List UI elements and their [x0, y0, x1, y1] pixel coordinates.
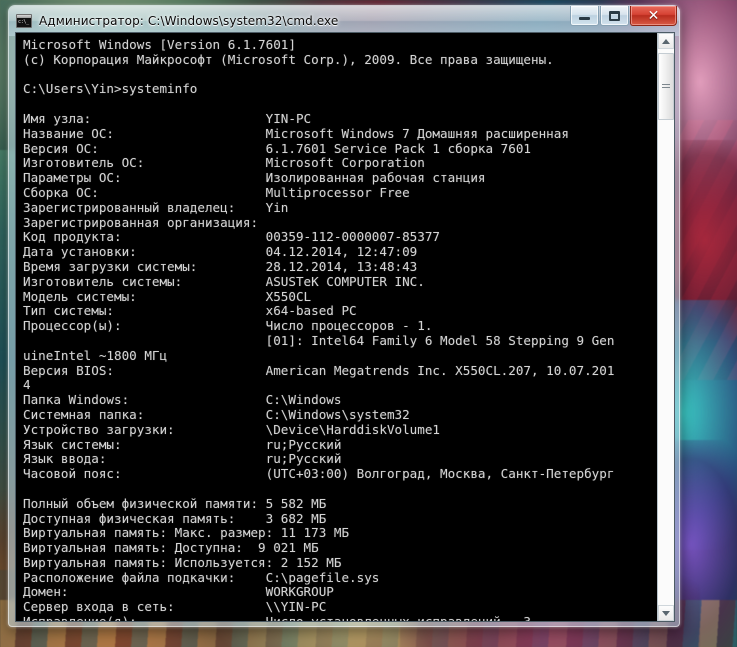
console-line: C:\Users\Yin>systeminfo — [23, 81, 198, 97]
close-icon: ✕ — [647, 7, 660, 24]
console-line: Изготовитель системы: ASUSTeK COMPUTER I… — [23, 273, 425, 289]
vertical-scrollbar[interactable] — [657, 33, 674, 621]
console-line: Сервер входа в сеть: \\YIN-PC — [23, 599, 327, 615]
console-line: Сборка ОС: Multiprocessor Free — [23, 184, 410, 200]
console-line: Домен: WORKGROUP — [23, 584, 334, 600]
scroll-down-icon — [662, 610, 670, 616]
scroll-down-button[interactable] — [658, 605, 674, 621]
console-line: Часовой пояс: (UTC+03:00) Волгоград, Мос… — [23, 466, 615, 482]
console-line: Версия ОС: 6.1.7601 Service Pack 1 сборк… — [23, 140, 531, 156]
console-line: Язык ввода: ru;Русский — [23, 451, 342, 467]
console-line: Исправление(я): Число установленных испр… — [23, 614, 657, 621]
scrollbar-grip-icon — [662, 83, 670, 90]
scroll-up-button[interactable] — [658, 33, 674, 49]
console-line: Дата установки: 04.12.2014, 12:47:09 — [23, 244, 418, 260]
scrollbar-thumb[interactable] — [658, 53, 674, 120]
console-line: Полный объем физической памяти: 5 582 МБ — [23, 495, 327, 511]
close-button[interactable]: ✕ — [630, 6, 677, 26]
scrollbar-track[interactable] — [658, 49, 674, 605]
console-line: Название ОС: Microsoft Windows 7 Домашня… — [23, 125, 569, 141]
scroll-up-icon — [662, 38, 670, 44]
maximize-icon — [609, 10, 620, 21]
console-line: Microsoft Windows [Version 6.1.7601] — [23, 37, 296, 52]
console-line: (c) Корпорация Майкрософт (Microsoft Cor… — [23, 51, 554, 67]
console-icon — [16, 14, 32, 28]
window-controls[interactable]: ✕ — [570, 6, 677, 28]
window-title: Администратор: C:\Windows\system32\cmd.e… — [39, 14, 339, 28]
console-line: Язык системы: ru;Русский — [23, 436, 342, 452]
console-line: Папка Windows: C:\Windows — [23, 392, 342, 408]
console-line: Версия BIOS: American Megatrends Inc. X5… — [23, 362, 615, 378]
console-line: 4 — [23, 377, 31, 393]
console-line: Тип системы: x64-based PC — [23, 303, 357, 319]
console-line: Параметры ОС: Изолированная рабочая стан… — [23, 170, 486, 186]
maximize-button[interactable] — [600, 6, 629, 26]
console-line: Системная папка: C:\Windows\system32 — [23, 406, 410, 422]
console-line: Доступная физическая память: 3 682 МБ — [23, 510, 327, 526]
console-client-area[interactable]: Microsoft Windows [Version 6.1.7601] (c) … — [15, 32, 675, 622]
console-line: Время загрузки системы: 28.12.2014, 13:4… — [23, 258, 418, 274]
minimize-icon — [579, 17, 590, 20]
console-line: Зарегистрированная организация: — [23, 214, 259, 230]
console-line: Расположение файла подкачки: C:\pagefile… — [23, 569, 380, 585]
console-line: Изготовитель ОС: Microsoft Corporation — [23, 155, 425, 171]
command-prompt-window[interactable]: Администратор: C:\Windows\system32\cmd.e… — [8, 5, 680, 627]
console-line: Устройство загрузки: \Device\HarddiskVol… — [23, 421, 441, 437]
console-line: Зарегистрированный владелец: Yin — [23, 199, 289, 215]
console-line: Имя узла: YIN-PC — [23, 110, 312, 126]
console-line: Виртуальная память: Доступна: 9 021 МБ — [23, 540, 319, 556]
console-line: Виртуальная память: Используется: 2 152 … — [23, 554, 342, 570]
console-line: Код продукта: 00359-112-0000007-85377 — [23, 229, 441, 245]
minimize-button[interactable] — [570, 6, 599, 26]
console-line: uineIntel ~1800 МГц — [23, 347, 168, 363]
console-line: Процессор(ы): Число процессоров - 1. — [23, 318, 433, 334]
console-line: Виртуальная память: Макс. размер: 11 173… — [23, 525, 350, 541]
console-line: Модель системы: X550CL — [23, 288, 312, 304]
console-output: Microsoft Windows [Version 6.1.7601] (c) … — [16, 33, 657, 621]
console-line: [01]: Intel64 Family 6 Model 58 Stepping… — [23, 332, 615, 348]
